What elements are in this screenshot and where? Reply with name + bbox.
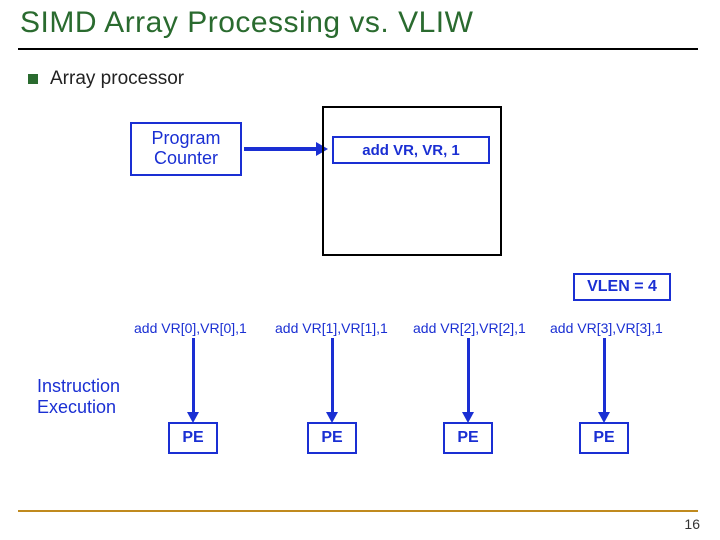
pe-label-0: PE bbox=[182, 429, 203, 447]
instruction-text: add VR, VR, 1 bbox=[362, 142, 460, 159]
program-counter-label: Program Counter bbox=[151, 129, 220, 169]
lane-label-1: add VR[1],VR[1],1 bbox=[275, 320, 388, 336]
page-number: 16 bbox=[684, 516, 700, 532]
lane-arrow-1 bbox=[331, 338, 334, 414]
pe-box-3: PE bbox=[579, 422, 629, 454]
pe-box-0: PE bbox=[168, 422, 218, 454]
pe-box-2: PE bbox=[443, 422, 493, 454]
diagram: Program Counter add VR, VR, 1 VLEN = 4 I… bbox=[0, 0, 720, 540]
lane-label-0: add VR[0],VR[0],1 bbox=[134, 320, 247, 336]
lane-arrow-3 bbox=[603, 338, 606, 414]
instruction-execution-label: Instruction Execution bbox=[37, 376, 120, 417]
lane-label-2: add VR[2],VR[2],1 bbox=[413, 320, 526, 336]
pe-box-1: PE bbox=[307, 422, 357, 454]
lane-arrow-0 bbox=[192, 338, 195, 414]
instruction-frame bbox=[322, 106, 502, 256]
pe-label-2: PE bbox=[457, 429, 478, 447]
vlen-box: VLEN = 4 bbox=[573, 273, 671, 301]
footer-rule bbox=[18, 510, 698, 512]
program-counter-box: Program Counter bbox=[130, 122, 242, 176]
lane-label-3: add VR[3],VR[3],1 bbox=[550, 320, 663, 336]
arrow-pc-to-instr bbox=[244, 147, 318, 151]
pe-label-3: PE bbox=[593, 429, 614, 447]
instruction-box: add VR, VR, 1 bbox=[332, 136, 490, 164]
pe-label-1: PE bbox=[321, 429, 342, 447]
lane-arrow-2 bbox=[467, 338, 470, 414]
vlen-text: VLEN = 4 bbox=[587, 278, 657, 296]
